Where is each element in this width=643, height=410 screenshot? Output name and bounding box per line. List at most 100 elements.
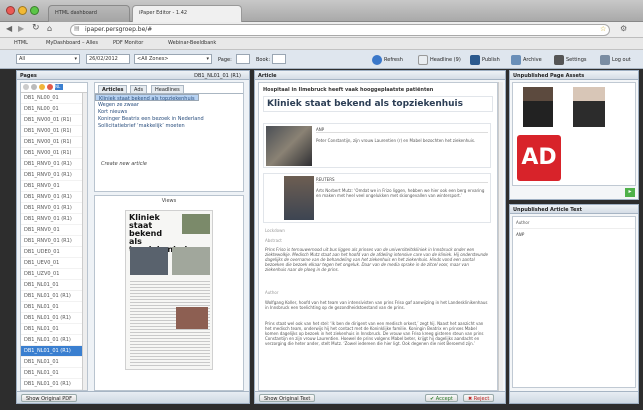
page-list-item[interactable]: DB1_RNV0_01 xyxy=(21,225,87,236)
forward-icon[interactable]: ▶ xyxy=(18,24,24,33)
page-list-item[interactable]: DB1_NV00_01 (R1) xyxy=(21,148,87,159)
page-list-item[interactable]: DB1_RNV0_01 (R1) xyxy=(21,159,87,170)
page-list-item[interactable]: DB1_NL00_01 xyxy=(21,93,87,104)
page-list-item[interactable]: DB1_RNV0_01 (R1) xyxy=(21,214,87,225)
page-list-scrollbar[interactable] xyxy=(82,93,87,390)
article-panel: Article Hospitaal in Ilmebruck heeft vaa… xyxy=(254,70,506,404)
url-text: ipaper.persgroep.be/# xyxy=(85,26,153,33)
unpublished-text-panel: Unpublished Article Text Author ANP xyxy=(509,204,639,404)
add-asset-icon[interactable]: ▸ xyxy=(625,188,635,197)
bookmark-html[interactable]: HTML xyxy=(14,40,28,46)
assets-panel-header: Unpublished Page Assets xyxy=(510,71,638,80)
filter-red-icon[interactable] xyxy=(47,84,53,90)
tab-headlines[interactable]: Headlines xyxy=(151,85,184,93)
article-editor[interactable]: Hospitaal in Ilmebruck heeft vaak hoogge… xyxy=(258,82,498,391)
edition-select[interactable]: All ▾ xyxy=(16,54,80,64)
show-original-text-button[interactable]: Show Original Text xyxy=(259,394,316,402)
browser-tab-ipaper[interactable]: iPaper Editor - 1.42 xyxy=(132,5,242,22)
refresh-button[interactable]: Refresh xyxy=(372,54,403,66)
home-icon[interactable]: ⌂ xyxy=(47,24,52,33)
page-list-item[interactable]: DB1_NV00_01 (R1) xyxy=(21,126,87,137)
article-list-item[interactable]: Kort nieuws xyxy=(95,108,243,115)
asset-photo[interactable] xyxy=(573,87,605,127)
page-icon: ▤ xyxy=(74,25,80,32)
page-list-item[interactable]: DB1_RNV0_01 xyxy=(21,181,87,192)
page-list-item[interactable]: DB1_RNV0_01 (R1) xyxy=(21,170,87,181)
headline-button[interactable]: Headline (9) xyxy=(418,54,461,66)
article-photo[interactable] xyxy=(284,176,314,220)
preview-photo xyxy=(176,307,208,329)
back-icon[interactable]: ◀ xyxy=(6,24,12,33)
minimize-window-icon[interactable] xyxy=(18,6,27,15)
tab-articles[interactable]: Articles xyxy=(98,85,128,93)
article-photo[interactable] xyxy=(266,126,312,166)
photo-block-2: REUTERS Arts Norbert Mutz: ‘Omdat we in … xyxy=(263,173,491,223)
archive-icon xyxy=(511,55,521,65)
article-list-item[interactable]: Wegen ze zwaar xyxy=(95,101,243,108)
bookmark-pdf-monitor[interactable]: PDF Monitor xyxy=(113,40,143,46)
star-icon[interactable]: ☆ xyxy=(600,25,606,33)
page-list-item[interactable]: DB1_NL01_01 xyxy=(21,302,87,313)
unpub-footer xyxy=(510,391,638,403)
tab-ads[interactable]: Ads xyxy=(130,85,148,93)
page-list-item[interactable]: DB1_NL01_01 xyxy=(21,280,87,291)
article-body: Wolfgang Koller, hoofd van het team van … xyxy=(265,300,488,310)
page-list-item[interactable]: DB1_NL01_01 (R1) xyxy=(21,335,87,346)
bookmark-mydashboard[interactable]: MyDashboard – Alles xyxy=(46,40,98,46)
browser-tab-dashboard[interactable]: HTML dashboard xyxy=(48,5,130,22)
article-footer: Show Original Text ✔ Accept ✖ Reject xyxy=(255,391,505,403)
article-list-item[interactable]: Kliniek staat bekend als topziekenhuis xyxy=(95,94,199,102)
page-thumbnail[interactable]: Kliniek staat bekend als topziekenhuis xyxy=(125,210,213,370)
asset-photo[interactable] xyxy=(523,87,553,127)
ad-logo[interactable]: AD xyxy=(517,135,561,181)
preview-photo xyxy=(172,247,210,275)
page-field[interactable] xyxy=(236,54,250,64)
page-list-item[interactable]: DB1_UEV0_01 xyxy=(21,258,87,269)
page-list-item[interactable]: DB1_NL01_01 (R1) xyxy=(21,379,87,390)
page-list-item[interactable]: DB1_NL01_01 (R1) xyxy=(21,291,87,302)
archive-button[interactable]: Archive xyxy=(511,54,542,66)
unpub-text-area[interactable]: Author ANP xyxy=(512,216,636,388)
article-scrollbar[interactable] xyxy=(498,82,503,391)
page-list-item[interactable]: DB1_RNV0_01 (R1) xyxy=(21,236,87,247)
page-list-item[interactable]: DB1_NV00_01 (R1) xyxy=(21,115,87,126)
wrench-icon[interactable]: ⚙ xyxy=(620,24,627,33)
show-original-pdf-button[interactable]: Show Original PDF xyxy=(21,394,77,402)
page-list-item[interactable]: DB1_RNV0_01 (R1) xyxy=(21,192,87,203)
article-list-item[interactable]: Sollicitatiebrief ‘makkelijk’ moeten xyxy=(95,122,243,129)
book-field[interactable] xyxy=(272,54,286,64)
settings-button[interactable]: Settings xyxy=(554,54,587,66)
zone-select[interactable]: <All Zones> ▾ xyxy=(134,54,212,64)
filter-grey-icon[interactable] xyxy=(23,84,29,90)
page-list-item[interactable]: DB1_NL01_01 xyxy=(21,368,87,379)
url-field[interactable]: ipaper.persgroep.be/# xyxy=(70,24,610,36)
photo-caption: Peter Constantijn, zijn vrouw Laurentien… xyxy=(316,138,476,143)
publish-button[interactable]: Publish xyxy=(470,54,500,66)
page-list-item[interactable]: DB1_NL01_01 (R1) xyxy=(21,313,87,324)
reload-icon[interactable]: ↻ xyxy=(32,23,40,33)
page-list: NL DB1_NL00_01 DB1_NL00_01 DB1_NV00_01 (R1… xyxy=(20,82,88,391)
reject-button[interactable]: ✖ Reject xyxy=(463,394,495,402)
logout-button[interactable]: Log out xyxy=(600,54,631,66)
filter-grey2-icon[interactable] xyxy=(31,84,37,90)
page-list-item[interactable]: DB1_NL01_01 xyxy=(21,324,87,335)
article-list-item[interactable]: Koninger Beatrix een bezoek in Nederland xyxy=(95,115,243,122)
page-list-item[interactable]: DB1_UZV0_01 xyxy=(21,269,87,280)
page-list-item[interactable]: DB1_NV00_01 (R1) xyxy=(21,137,87,148)
accept-button[interactable]: ✔ Accept xyxy=(425,394,458,402)
page-list-item[interactable]: DB1_UDE0_01 xyxy=(21,247,87,258)
refresh-icon xyxy=(372,55,382,65)
preview-photo xyxy=(182,214,210,234)
bookmark-webinar[interactable]: Webinar-Beeldbank xyxy=(168,40,216,46)
date-field[interactable]: 26/02/2012 xyxy=(86,54,130,64)
pages-panel: Pages DB1_NL01_01 (R1) NL DB1_NL00_01 DB1… xyxy=(16,70,250,404)
page-list-item[interactable]: DB1_NL01_01 xyxy=(21,357,87,368)
zoom-window-icon[interactable] xyxy=(30,6,39,15)
filter-nl-icon[interactable]: NL xyxy=(55,84,63,90)
close-window-icon[interactable] xyxy=(6,6,15,15)
page-list-item[interactable]: DB1_NL00_01 xyxy=(21,104,87,115)
page-list-item[interactable]: DB1_NL01_01 (R1) xyxy=(21,346,87,357)
page-list-item[interactable]: DB1_RNV0_01 (R1) xyxy=(21,203,87,214)
filter-orange-icon[interactable] xyxy=(39,84,45,90)
create-article-link[interactable]: Create new article xyxy=(101,161,147,167)
